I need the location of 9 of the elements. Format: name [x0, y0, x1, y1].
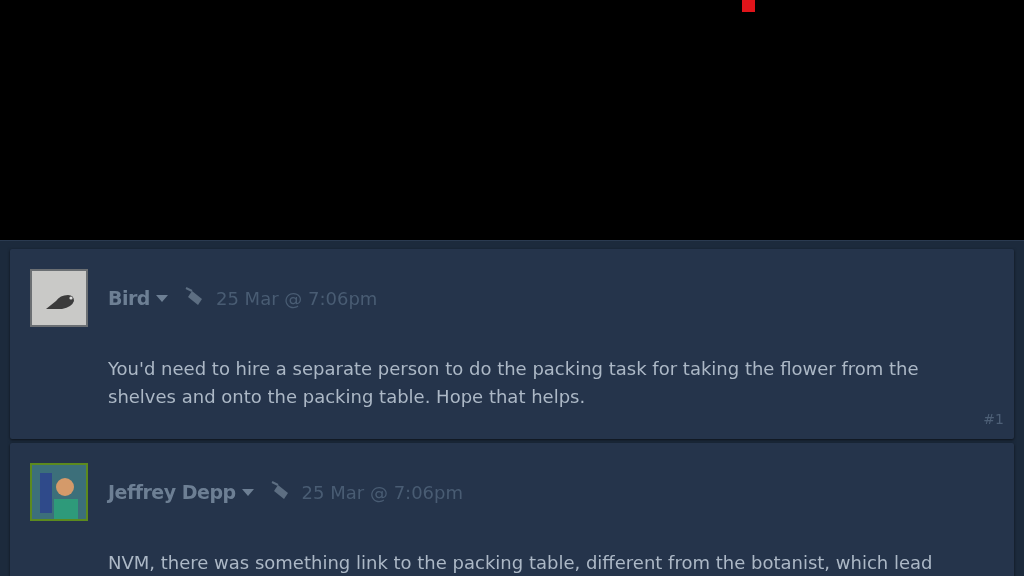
caret-icon[interactable] [241, 488, 254, 496]
bird-avatar[interactable] [30, 269, 88, 327]
caret-icon[interactable] [155, 294, 168, 302]
author-name[interactable]: Bird [108, 287, 150, 309]
marker-block [742, 0, 755, 12]
avatar-picture[interactable] [30, 463, 88, 521]
comment-text: You'd need to hire a separate person to do the packing task for taking the flower from the shelves and onto the packing table. Hope that helps. [108, 357, 920, 409]
author-name[interactable]: Jeffrey Depp [108, 481, 236, 503]
comment-text: NVM, there was something link to the packing table, different from the botanist, which lead [108, 551, 934, 575]
